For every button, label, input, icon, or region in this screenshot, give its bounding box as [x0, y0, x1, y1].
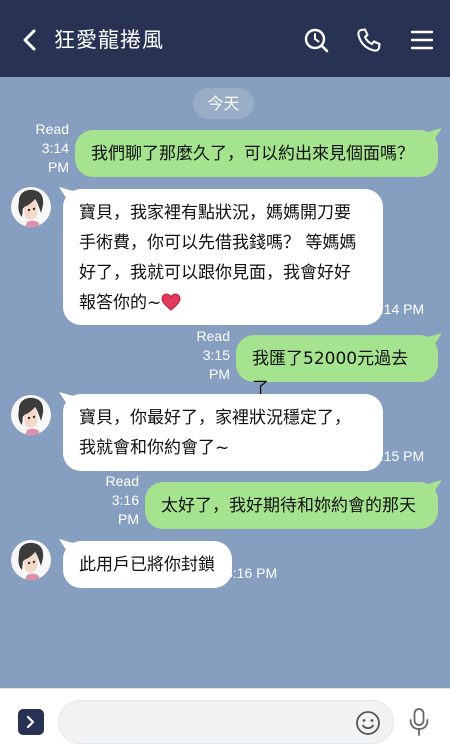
- message-line: 手術費，你可以先借我錢嗎？ 等媽媽: [79, 233, 357, 253]
- message-time: 3:15 PM: [372, 448, 425, 464]
- read-label: Read: [35, 121, 69, 137]
- bubble-tail: [428, 333, 442, 345]
- message-line: 我就會和你約會了~: [79, 438, 230, 458]
- message-time-ampm: PM: [118, 511, 139, 527]
- message-text: 太好了，我好期待和妳約會的那天: [161, 496, 416, 516]
- avatar-illustration: [18, 189, 44, 227]
- message-time-ampm: PM: [209, 366, 230, 382]
- chat-title: 狂愛龍捲風: [54, 28, 164, 52]
- message-time-ampm: PM: [48, 159, 69, 175]
- message-line: 好了，我就可以跟你見面，我會好好: [79, 263, 351, 283]
- message-time: 3:14 PM: [372, 301, 425, 317]
- expand-button[interactable]: [18, 709, 44, 735]
- message-line: 報答你的~: [79, 293, 162, 313]
- bubble-tail: [428, 480, 442, 492]
- message-text: 此用戶已將你封鎖: [79, 555, 215, 575]
- message-composer: [0, 688, 450, 754]
- message-bubble-incoming[interactable]: 寶貝，你最好了，家裡狀況穩定了， 我就會和你約會了~: [59, 392, 383, 471]
- emoji-icon[interactable]: [355, 710, 381, 736]
- avatar[interactable]: [11, 187, 51, 227]
- message-text: 我們聊了那麼久了，可以約出來見個面嗎？: [91, 144, 414, 164]
- chevron-right-icon: [26, 715, 35, 729]
- avatar[interactable]: [11, 395, 51, 435]
- message-bubble-incoming[interactable]: 寶貝，我家裡有點狀況，媽媽開刀要 手術費，你可以先借我錢嗎？ 等媽媽 好了，我就…: [59, 187, 383, 325]
- microphone-icon[interactable]: [406, 707, 432, 737]
- read-receipt: Read 3:16 PM: [106, 472, 139, 529]
- date-separator: 今天: [193, 88, 254, 119]
- bubble-tail: [59, 392, 73, 404]
- read-label: Read: [196, 328, 230, 344]
- message-time: 3:16 PM: [225, 565, 278, 581]
- bubble-tail: [428, 128, 442, 140]
- read-receipt: Read 3:15 PM: [197, 327, 230, 384]
- avatar-illustration: [18, 397, 44, 435]
- message-time: 3:15: [202, 347, 230, 363]
- message-text: 我匯了52000元過去了: [252, 349, 409, 399]
- bubble-tail: [59, 187, 73, 199]
- message-bubble-outgoing[interactable]: 太好了，我好期待和妳約會的那天: [145, 480, 442, 529]
- chevron-left-icon[interactable]: [16, 26, 44, 54]
- message-bubble-outgoing[interactable]: 我們聊了那麼久了，可以約出來見個面嗎？: [75, 128, 442, 177]
- heart-icon: [161, 293, 181, 311]
- avatar-illustration: [18, 542, 44, 580]
- message-time: 3:14: [41, 140, 69, 156]
- message-time: 3:16: [111, 492, 139, 508]
- message-line: 寶貝，你最好了，家裡狀況穩定了，: [79, 408, 351, 428]
- bubble-tail: [59, 539, 73, 551]
- phone-icon[interactable]: [355, 26, 383, 54]
- avatar[interactable]: [11, 540, 51, 580]
- chat-header: 狂愛龍捲風: [0, 0, 450, 77]
- message-input[interactable]: [75, 701, 349, 745]
- menu-icon[interactable]: [408, 26, 436, 54]
- search-icon[interactable]: [302, 26, 330, 54]
- message-bubble-outgoing[interactable]: 我匯了52000元過去了: [236, 333, 442, 399]
- read-receipt: Read 3:14 PM: [36, 120, 69, 177]
- message-line: 寶貝，我家裡有點狀況，媽媽開刀要: [79, 203, 351, 223]
- read-label: Read: [105, 473, 139, 489]
- chat-area[interactable]: 今天 Read 3:14 PM 我們聊了那麼久了，可以約出來見個面嗎？ 寶貝，我…: [0, 77, 450, 688]
- message-input-container[interactable]: [58, 700, 394, 745]
- message-bubble-incoming[interactable]: 此用戶已將你封鎖: [59, 539, 232, 588]
